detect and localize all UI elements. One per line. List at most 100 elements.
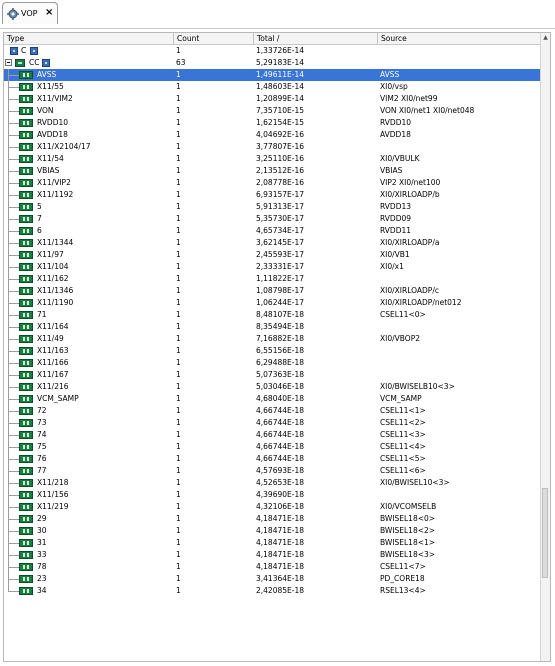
capacitor-icon <box>19 491 33 499</box>
row-count: 1 <box>176 70 181 79</box>
row-count: 1 <box>176 82 181 91</box>
table-row[interactable]: 5 1 5,91313E-17 RVDD13 <box>4 201 550 213</box>
capacitor-icon <box>19 131 33 139</box>
row-name: 33 <box>37 550 47 559</box>
row-source <box>380 57 550 69</box>
row-count: 1 <box>176 118 181 127</box>
table-row[interactable]: 34 1 2,42085E-18 RSEL13<4> <box>4 585 550 597</box>
table-row[interactable]: 78 1 4,18471E-18 CSEL11<7> <box>4 561 550 573</box>
column-header-source[interactable]: Source <box>378 33 543 44</box>
table-row[interactable]: 71 1 8,48107E-18 CSEL11<0> <box>4 309 550 321</box>
row-count: 1 <box>176 430 181 439</box>
row-count: 1 <box>176 346 181 355</box>
table-row[interactable]: 23 1 3,41364E-18 PD_CORE18 <box>4 573 550 585</box>
row-name: RVDD10 <box>37 118 69 127</box>
row-count: 1 <box>176 106 181 115</box>
row-source: RSEL13<4> <box>380 586 426 595</box>
capacitor-icon <box>19 335 33 343</box>
table-row[interactable]: X11/X2104/17 1 3,77807E-16 <box>4 141 550 153</box>
table-row[interactable]: X11/54 1 3,25110E-16 XI0/VBULK <box>4 153 550 165</box>
table-header: Type Count Total / Source <box>4 33 550 45</box>
row-count: 1 <box>176 406 181 415</box>
table-row[interactable]: 73 1 4,66744E-18 CSEL11<2> <box>4 417 550 429</box>
column-header-type[interactable]: Type <box>4 33 174 44</box>
table-row[interactable]: X11/55 1 1,48603E-14 XI0/vsp <box>4 81 550 93</box>
table-row[interactable]: 7 1 5,35730E-17 RVDD09 <box>4 213 550 225</box>
row-total: 4,57693E-18 <box>256 466 305 475</box>
close-icon[interactable]: × <box>45 7 53 18</box>
table-row[interactable]: RVDD10 1 1,62154E-15 RVDD10 <box>4 117 550 129</box>
row-name: C <box>21 46 27 55</box>
row-source: XI0/XIRLOADP/a <box>380 238 440 247</box>
table-row[interactable]: 30 1 4,18471E-18 BWISEL18<2> <box>4 525 550 537</box>
table-row[interactable]: 33 1 4,18471E-18 BWISEL18<3> <box>4 549 550 561</box>
capacitor-icon <box>19 527 33 535</box>
row-source: VCM_SAMP <box>380 394 422 403</box>
scroll-up-icon[interactable]: ▲ <box>541 33 550 42</box>
table-row[interactable]: AVDD18 1 4,04692E-16 AVDD18 <box>4 129 550 141</box>
row-total: 4,65734E-17 <box>256 226 305 235</box>
vertical-scrollbar[interactable]: ▲ <box>540 33 550 661</box>
column-header-total[interactable]: Total / <box>254 33 378 44</box>
table-row[interactable]: X11/VIM2 1 1,20899E-14 VIM2 XI0/net99 <box>4 93 550 105</box>
table-row[interactable]: 6 1 4,65734E-17 RVDD11 <box>4 225 550 237</box>
row-name: X11/219 <box>37 502 69 511</box>
table-row[interactable]: X11/166 1 6,29488E-18 <box>4 357 550 369</box>
column-header-count[interactable]: Count <box>174 33 254 44</box>
table-row[interactable]: 29 1 4,18471E-18 BWISEL18<0> <box>4 513 550 525</box>
capacitor-icon <box>19 383 33 391</box>
row-name: X11/1344 <box>37 238 74 247</box>
row-total: 5,35730E-17 <box>256 214 305 223</box>
capacitor-icon <box>19 191 33 199</box>
collapse-toggle-icon[interactable] <box>5 59 12 66</box>
table-row[interactable]: VON 1 7,35710E-15 VON XI0/net1 XI0/net048 <box>4 105 550 117</box>
table-row[interactable]: X11/VIP2 1 2,08778E-16 VIP2 XI0/net100 <box>4 177 550 189</box>
table-row[interactable]: X11/49 1 7,16882E-18 XI0/VBOP2 <box>4 333 550 345</box>
tab-vop[interactable]: VOP × <box>2 2 58 24</box>
table-row[interactable]: X11/167 1 5,07363E-18 <box>4 369 550 381</box>
table-row[interactable]: X11/163 1 6,55156E-18 <box>4 345 550 357</box>
row-total: 3,62145E-17 <box>256 238 305 247</box>
table-row[interactable]: VCM_SAMP 1 4,68040E-18 VCM_SAMP <box>4 393 550 405</box>
table-row[interactable]: 76 1 4,66744E-18 CSEL11<5> <box>4 453 550 465</box>
row-source: CSEL11<6> <box>380 466 426 475</box>
row-name: 77 <box>37 466 47 475</box>
table-row-cc[interactable]: CC 63 5,29183E-14 <box>4 57 550 69</box>
row-source: AVDD18 <box>380 130 411 139</box>
row-total: 5,29183E-14 <box>256 58 305 67</box>
table-row[interactable]: X11/1192 1 6,93157E-17 XI0/XIRLOADP/b <box>4 189 550 201</box>
table-row[interactable]: X11/104 1 2,33331E-17 XI0/x1 <box>4 261 550 273</box>
row-total: 1,20899E-14 <box>256 94 305 103</box>
row-name: 34 <box>37 586 47 595</box>
table-row[interactable]: VBIAS 1 2,13512E-16 VBIAS <box>4 165 550 177</box>
row-count: 1 <box>176 322 181 331</box>
table-row[interactable]: 31 1 4,18471E-18 BWISEL18<1> <box>4 537 550 549</box>
table-row[interactable]: 74 1 4,66744E-18 CSEL11<3> <box>4 429 550 441</box>
table-row[interactable]: 77 1 4,57693E-18 CSEL11<6> <box>4 465 550 477</box>
table-row[interactable]: X11/219 1 4,32106E-18 XI0/VCOMSELB <box>4 501 550 513</box>
capacitor-icon <box>19 275 33 283</box>
table-row[interactable]: X11/218 1 4,52653E-18 XI0/BWISEL10<3> <box>4 477 550 489</box>
row-total: 4,18471E-18 <box>256 514 305 523</box>
row-total: 6,29488E-18 <box>256 358 305 367</box>
row-name: VON <box>37 106 54 115</box>
table-row[interactable]: X11/1344 1 3,62145E-17 XI0/XIRLOADP/a <box>4 237 550 249</box>
table-row[interactable]: X11/97 1 2,45593E-17 XI0/VB1 <box>4 249 550 261</box>
table-row[interactable]: AVSS 1 1,49611E-14 AVSS <box>4 69 550 81</box>
row-source: PD_CORE18 <box>380 574 425 583</box>
row-total: 4,04692E-16 <box>256 130 305 139</box>
scrollbar-thumb[interactable] <box>542 488 548 578</box>
table-row[interactable]: X11/162 1 1,11822E-17 <box>4 273 550 285</box>
table-row[interactable]: 75 1 4,66744E-18 CSEL11<4> <box>4 441 550 453</box>
table-row[interactable]: X11/156 1 4,39690E-18 <box>4 489 550 501</box>
table-row[interactable]: X11/1346 1 1,08798E-17 XI0/XIRLOADP/c <box>4 285 550 297</box>
table-row[interactable]: 72 1 4,66744E-18 CSEL11<1> <box>4 405 550 417</box>
node-icon <box>30 47 38 55</box>
table-row[interactable]: X11/164 1 8,35494E-18 <box>4 321 550 333</box>
row-name: AVDD18 <box>37 130 68 139</box>
row-name: X11/49 <box>37 334 64 343</box>
table-row[interactable]: X11/1190 1 1,06244E-17 XI0/XIRLOADP/net012 <box>4 297 550 309</box>
table-row[interactable]: X11/216 1 5,03046E-18 XI0/BWISELB10<3> <box>4 381 550 393</box>
row-count: 1 <box>176 238 181 247</box>
table-row-c[interactable]: C 1 1,33726E-14 <box>4 45 550 57</box>
